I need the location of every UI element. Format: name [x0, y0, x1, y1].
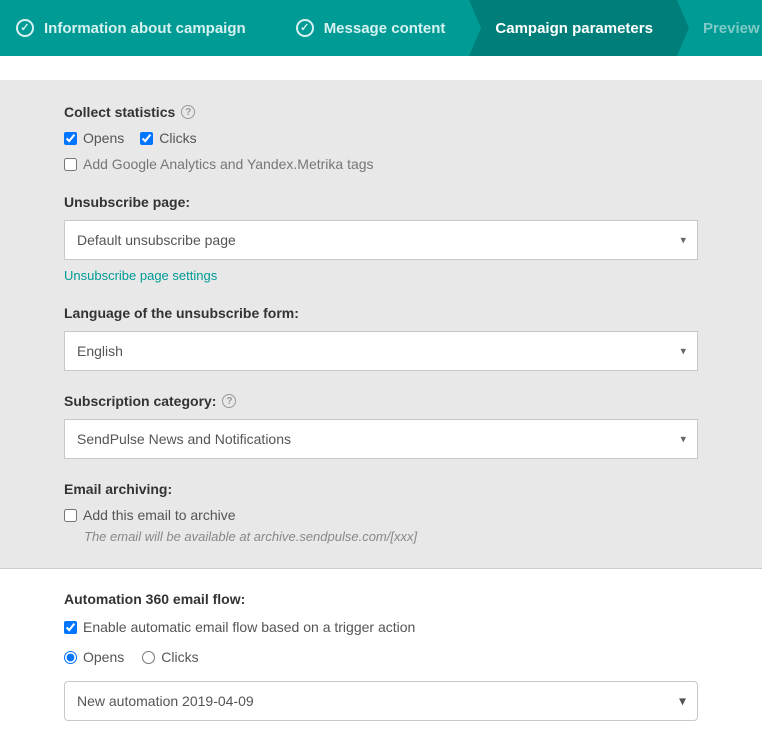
automation-select[interactable]: New automation 2019-04-09	[64, 681, 698, 721]
checkbox-label: Add this email to archive	[83, 507, 236, 523]
step-label: Message content	[324, 20, 446, 37]
step-params[interactable]: Campaign parameters	[469, 0, 677, 56]
wizard-steps: ✓ Information about campaign ✓ Message c…	[0, 0, 762, 56]
check-icon: ✓	[16, 19, 34, 37]
unsub-label: Unsubscribe page:	[64, 194, 698, 210]
stats-label: Collect statistics ?	[64, 104, 698, 120]
unsub-page-select[interactable]: Default unsubscribe page	[64, 220, 698, 260]
stats-clicks-checkbox[interactable]: Clicks	[140, 130, 196, 146]
radio-label: Clicks	[161, 649, 198, 665]
auto-enable-checkbox[interactable]: Enable automatic email flow based on a t…	[64, 619, 698, 635]
auto-clicks-radio[interactable]: Clicks	[142, 649, 198, 665]
unsubscribe-page-block: Unsubscribe page: Default unsubscribe pa…	[64, 194, 698, 283]
step-preview[interactable]: Preview and send	[677, 0, 762, 56]
step-message[interactable]: ✓ Message content	[270, 0, 470, 56]
stats-opens-checkbox[interactable]: Opens	[64, 130, 124, 146]
step-label: Campaign parameters	[495, 20, 653, 37]
step-info[interactable]: ✓ Information about campaign	[0, 0, 270, 56]
unsub-language-block: Language of the unsubscribe form: Englis…	[64, 305, 698, 371]
step-label: Preview and send	[703, 20, 762, 37]
unsub-settings-link[interactable]: Unsubscribe page settings	[64, 268, 217, 283]
subscription-category-block: Subscription category: ? SendPulse News …	[64, 393, 698, 459]
help-icon[interactable]: ?	[222, 394, 236, 408]
radio-label: Opens	[83, 649, 124, 665]
auto-label: Automation 360 email flow:	[64, 591, 698, 607]
language-select[interactable]: English	[64, 331, 698, 371]
stats-ga-checkbox[interactable]: Add Google Analytics and Yandex.Metrika …	[64, 156, 698, 172]
email-archiving-block: Email archiving: Add this email to archi…	[64, 481, 698, 544]
cat-label: Subscription category: ?	[64, 393, 698, 409]
lang-label: Language of the unsubscribe form:	[64, 305, 698, 321]
archive-hint: The email will be available at archive.s…	[84, 529, 698, 544]
checkbox-label: Opens	[83, 130, 124, 146]
collect-statistics-block: Collect statistics ? Opens Clicks Add Go…	[64, 104, 698, 172]
category-select[interactable]: SendPulse News and Notifications	[64, 419, 698, 459]
automation-block: Automation 360 email flow: Enable automa…	[64, 569, 698, 721]
archive-label: Email archiving:	[64, 481, 698, 497]
check-icon: ✓	[296, 19, 314, 37]
help-icon[interactable]: ?	[181, 105, 195, 119]
auto-opens-radio[interactable]: Opens	[64, 649, 124, 665]
checkbox-label: Enable automatic email flow based on a t…	[83, 619, 415, 635]
checkbox-label: Clicks	[159, 130, 196, 146]
step-label: Information about campaign	[44, 20, 246, 37]
checkbox-label: Add Google Analytics and Yandex.Metrika …	[83, 156, 374, 172]
archive-checkbox[interactable]: Add this email to archive	[64, 507, 698, 523]
